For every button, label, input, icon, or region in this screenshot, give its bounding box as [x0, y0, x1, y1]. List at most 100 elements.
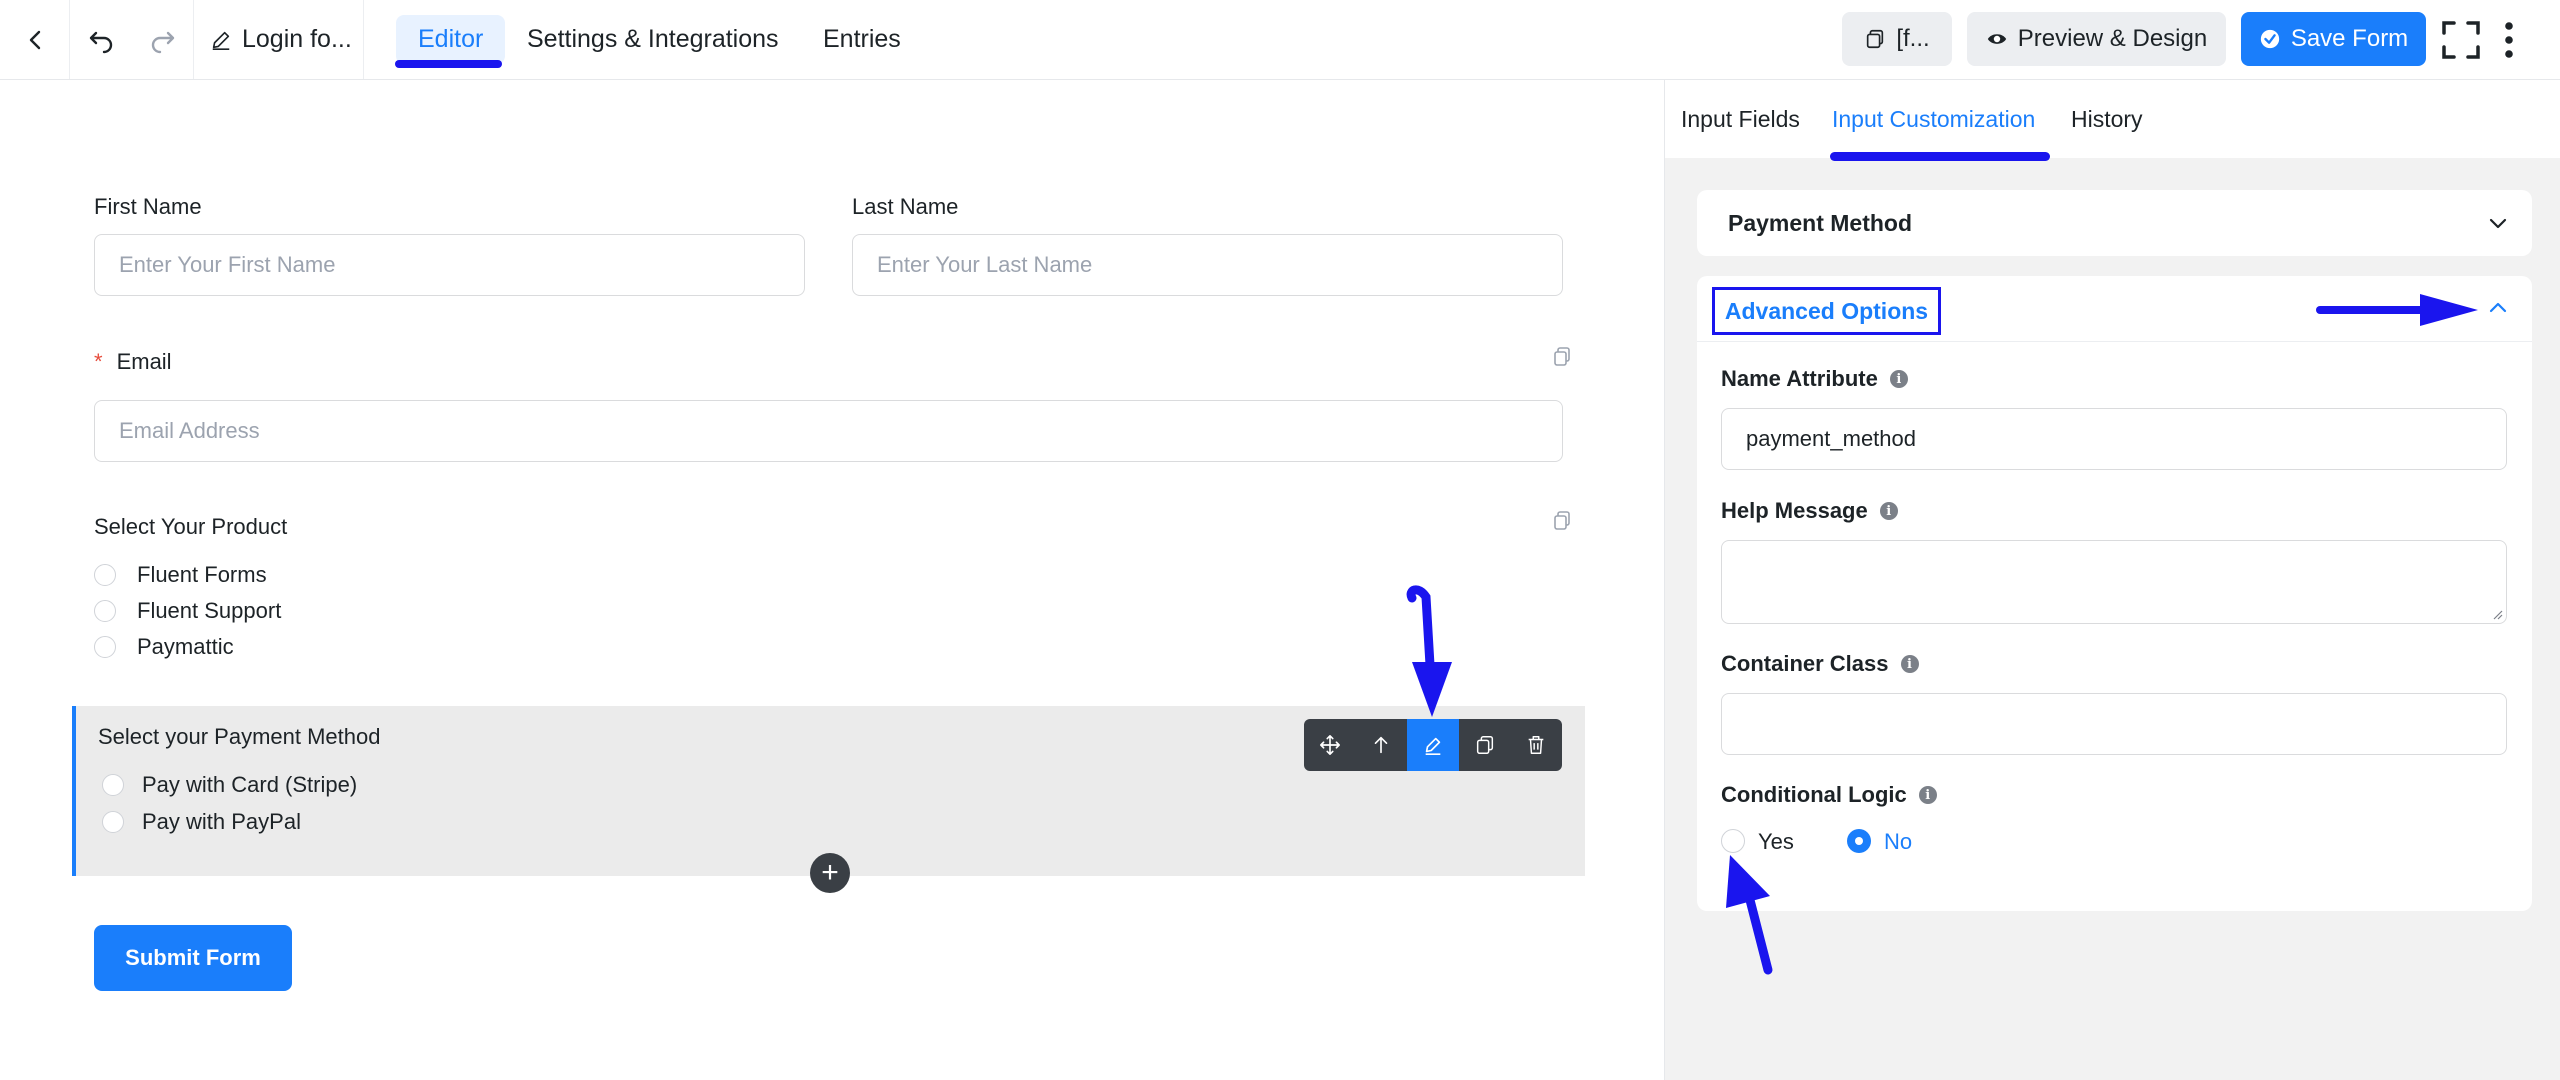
last-name-placeholder: Enter Your Last Name	[877, 252, 1093, 277]
redo-icon	[151, 31, 174, 53]
product-option-label: Paymattic	[137, 634, 234, 659]
tab-editor-label: Editor	[396, 15, 506, 64]
advanced-options-title: Advanced Options	[1724, 297, 1929, 324]
payment-radio-paypal[interactable]	[102, 811, 124, 833]
conditional-yes-label: Yes	[1758, 829, 1794, 854]
tab-editor[interactable]: Editor	[396, 0, 506, 79]
save-form-button[interactable]: Save Form	[2241, 12, 2426, 66]
duplicate-icon[interactable]	[1552, 510, 1572, 532]
chevron-up-icon[interactable]	[2486, 296, 2510, 320]
shortcode-button[interactable]: [f...	[1842, 12, 1952, 66]
tab-input-fields[interactable]: Input Fields	[1681, 80, 1800, 158]
container-class-input[interactable]	[1721, 693, 2507, 755]
submit-label: Submit Form	[125, 945, 261, 970]
info-icon[interactable]: i	[1879, 502, 1898, 520]
first-name-label: First Name	[94, 194, 202, 219]
product-radio-fluent-forms[interactable]	[94, 564, 116, 586]
pencil-icon	[212, 31, 230, 50]
container-class-label: Container Class i	[1721, 651, 1919, 677]
top-bar: Login fo... Editor Settings & Integratio…	[0, 0, 2560, 80]
product-label: Select Your Product	[94, 514, 288, 539]
name-attribute-value: payment_method	[1746, 426, 1916, 451]
advanced-options-section: Name Attribute i payment_method Help Mess…	[1697, 276, 2532, 911]
tab-settings-integrations[interactable]: Settings & Integrations	[527, 0, 779, 79]
help-message-label: Help Message i	[1721, 498, 1898, 524]
divider	[1697, 341, 2532, 342]
fullscreen-button[interactable]	[2440, 0, 2482, 79]
preview-label: Preview & Design	[2017, 25, 2208, 52]
email-input[interactable]: Email Address	[94, 400, 1563, 462]
panel-tabs: Input Fields Input Customization History	[1665, 80, 2560, 158]
conditional-logic-label-text: Conditional Logic	[1721, 782, 1907, 807]
email-placeholder: Email Address	[119, 418, 260, 443]
undo-icon	[89, 31, 113, 53]
preview-design-button[interactable]: Preview & Design	[1967, 12, 2226, 66]
product-radio-paymattic[interactable]	[94, 636, 116, 658]
shortcode-label: [f...	[1896, 25, 1930, 52]
more-vertical-icon	[2505, 21, 2513, 58]
info-icon[interactable]: i	[1918, 786, 1937, 804]
name-attribute-label-text: Name Attribute	[1721, 366, 1878, 391]
edit-field-button[interactable]	[1407, 719, 1459, 771]
move-icon	[1319, 735, 1340, 755]
conditional-yes-radio[interactable]	[1721, 829, 1745, 853]
last-name-label: Last Name	[852, 194, 959, 219]
fullscreen-icon	[2442, 20, 2480, 59]
section-title: Payment Method	[1728, 210, 1913, 236]
info-icon[interactable]: i	[1900, 655, 1919, 673]
product-radio-fluent-support[interactable]	[94, 600, 116, 622]
chevron-left-icon	[29, 30, 40, 49]
tab-history[interactable]: History	[2071, 80, 2143, 158]
conditional-no-radio[interactable]	[1847, 829, 1871, 853]
name-attribute-label: Name Attribute i	[1721, 366, 1908, 392]
undo-button[interactable]	[70, 0, 132, 79]
info-icon[interactable]: i	[1889, 370, 1908, 388]
field-action-toolbar	[1304, 719, 1562, 771]
last-name-input[interactable]: Enter Your Last Name	[852, 234, 1563, 296]
tab-input-customization[interactable]: Input Customization	[1832, 80, 2035, 158]
chevron-down-icon	[2489, 218, 2507, 229]
form-editor-canvas: First Name Enter Your First Name Last Na…	[0, 80, 1664, 1080]
payment-radio-stripe[interactable]	[102, 774, 124, 796]
conditional-no-label: No	[1884, 829, 1913, 854]
duplicate-icon[interactable]	[1552, 346, 1572, 368]
pencil-icon	[1425, 737, 1441, 755]
back-button[interactable]	[0, 0, 70, 79]
eye-icon	[1987, 34, 2006, 44]
tab-entries[interactable]: Entries	[823, 0, 901, 79]
settings-panel: Input Fields Input Customization History…	[1664, 80, 2560, 1080]
move-button[interactable]	[1304, 719, 1356, 771]
form-title-text: Login fo...	[242, 25, 352, 53]
container-class-label-text: Container Class	[1721, 651, 1889, 676]
conditional-logic-label: Conditional Logic i	[1721, 782, 1937, 808]
first-name-placeholder: Enter Your First Name	[119, 252, 336, 277]
tab-entries-label: Entries	[823, 25, 901, 53]
copy-icon	[1476, 736, 1493, 754]
arrow-up-icon	[1375, 736, 1388, 754]
trash-icon	[1528, 736, 1544, 754]
form-title[interactable]: Login fo...	[194, 0, 364, 79]
copy-icon	[1867, 29, 1884, 49]
payment-method-section[interactable]: Payment Method	[1697, 190, 2532, 256]
duplicate-field-button[interactable]	[1459, 719, 1511, 771]
tab-settings-label: Settings & Integrations	[527, 25, 779, 53]
delete-field-button[interactable]	[1510, 719, 1562, 771]
help-message-textarea[interactable]	[1721, 540, 2507, 624]
advanced-options-header[interactable]: Advanced Options	[1712, 287, 1941, 335]
tab-history-label: History	[2071, 105, 2143, 132]
help-message-label-text: Help Message	[1721, 498, 1868, 523]
tab-input-customization-label: Input Customization	[1832, 105, 2036, 132]
product-option-label: Fluent Forms	[137, 562, 267, 587]
payment-option-label: Pay with PayPal	[142, 809, 301, 834]
more-menu-button[interactable]	[2494, 0, 2524, 79]
move-up-button[interactable]	[1356, 719, 1408, 771]
first-name-input[interactable]: Enter Your First Name	[94, 234, 805, 296]
name-attribute-input[interactable]: payment_method	[1721, 408, 2507, 470]
add-field-plus-icon[interactable]: +	[810, 853, 850, 893]
check-circle-icon	[2260, 29, 2279, 49]
redo-button[interactable]	[132, 0, 194, 79]
email-label-text: Email	[116, 349, 172, 374]
submit-form-button[interactable]: Submit Form	[94, 925, 292, 991]
payment-label: Select your Payment Method	[98, 724, 381, 749]
resize-handle-icon[interactable]	[2491, 608, 2503, 620]
